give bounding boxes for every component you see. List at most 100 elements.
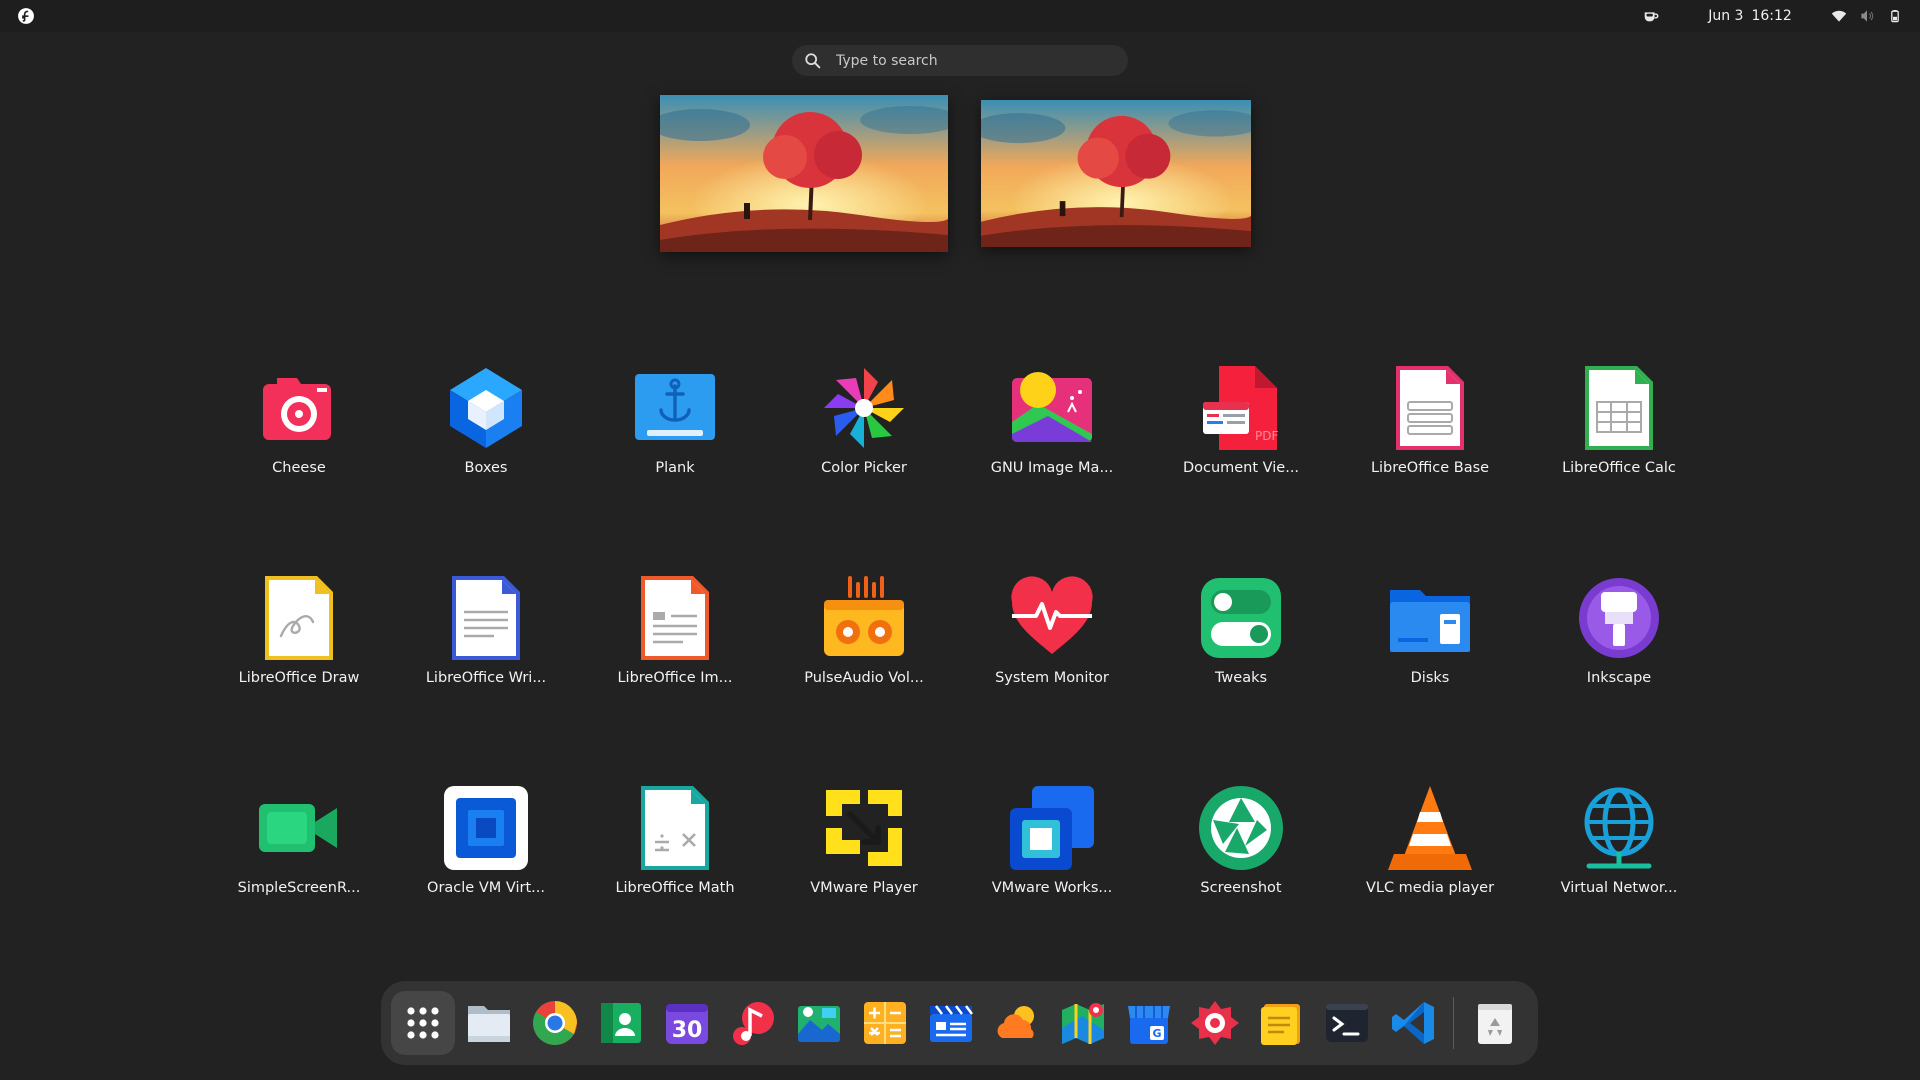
app-tweaks[interactable]: Tweaks: [1161, 574, 1321, 724]
pulseaudio-radio-icon: [820, 574, 908, 662]
app-vmware-player[interactable]: VMware Player: [784, 784, 944, 934]
document-viewer-pdf-icon: PDF: [1197, 364, 1285, 452]
app-libreoffice-draw[interactable]: LibreOffice Draw: [219, 574, 379, 724]
tweaks-toggles-icon: [1197, 574, 1285, 662]
app-label: GNU Image Ma...: [990, 460, 1114, 476]
app-grid-icon: [407, 1007, 439, 1039]
app-color-picker[interactable]: Color Picker: [784, 364, 944, 514]
app-libreoffice-base[interactable]: LibreOffice Base: [1350, 364, 1510, 514]
app-inkscape[interactable]: Inkscape: [1539, 574, 1699, 724]
app-label: Disks: [1410, 670, 1450, 686]
color-picker-pinwheel-icon: [820, 364, 908, 452]
app-label: System Monitor: [995, 670, 1109, 686]
app-libreoffice-impress[interactable]: LibreOffice Im...: [595, 574, 755, 724]
weather-cloud-icon: [997, 1006, 1034, 1038]
dock-notes[interactable]: [1249, 991, 1313, 1055]
libreoffice-impress-icon: [631, 574, 719, 662]
wifi-icon[interactable]: [1829, 6, 1849, 26]
app-vmware-workstation[interactable]: VMware Works...: [972, 784, 1132, 934]
app-libreoffice-calc[interactable]: LibreOffice Calc: [1539, 364, 1699, 514]
app-label: LibreOffice Wri...: [425, 670, 547, 686]
app-screenshot[interactable]: Screenshot: [1161, 784, 1321, 934]
dock-image-viewer[interactable]: [787, 991, 851, 1055]
dock-contacts[interactable]: [589, 991, 653, 1055]
search-icon: [805, 52, 821, 68]
dock-vscode[interactable]: [1381, 991, 1445, 1055]
search-input[interactable]: [834, 45, 1128, 76]
clock[interactable]: Jun 3 16:12: [1690, 0, 1810, 32]
app-label: LibreOffice Math: [615, 880, 735, 896]
clock-date: Jun 3: [1708, 8, 1744, 24]
app-vlc[interactable]: VLC media player: [1350, 784, 1510, 934]
libreoffice-base-icon: [1386, 364, 1474, 452]
app-disks[interactable]: Disks: [1350, 574, 1510, 724]
app-simplescreenrecorder[interactable]: SimpleScreenR...: [219, 784, 379, 934]
dock-trash[interactable]: [1463, 991, 1527, 1055]
screen-recorder-camera-icon: [255, 784, 343, 872]
app-system-monitor[interactable]: System Monitor: [972, 574, 1132, 724]
app-libreoffice-writer[interactable]: LibreOffice Wri...: [406, 574, 566, 724]
calendar-icon: 30: [666, 1004, 708, 1044]
dock-files[interactable]: [457, 991, 521, 1055]
app-virtual-network[interactable]: Virtual Networ...: [1539, 784, 1699, 934]
vmware-workstation-icon: [1008, 784, 1096, 872]
top-bar: Jun 3 16:12: [0, 0, 1920, 32]
virtualbox-icon: [442, 784, 530, 872]
app-libreoffice-math[interactable]: LibreOffice Math: [595, 784, 755, 934]
app-label: Color Picker: [821, 460, 907, 476]
dock-maps[interactable]: [1051, 991, 1115, 1055]
sticky-notes-icon: [1261, 1004, 1300, 1045]
dock-video-editor[interactable]: [919, 991, 983, 1055]
cheese-camera-icon: [255, 364, 343, 452]
video-clapper-icon: [930, 1005, 973, 1042]
libreoffice-writer-icon: [442, 574, 530, 662]
vlc-cone-icon: [1386, 784, 1474, 872]
clock-time: 16:12: [1751, 8, 1792, 24]
workspace-thumbnail-1[interactable]: [660, 95, 948, 252]
calculator-icon: [864, 1002, 906, 1044]
contacts-icon: [601, 1003, 641, 1043]
libreoffice-calc-icon: [1575, 364, 1663, 452]
screen-recorder-icon: [1191, 1001, 1239, 1045]
terminal-icon: [1326, 1004, 1368, 1042]
dock-calculator[interactable]: [853, 991, 917, 1055]
maps-pin-icon: [1062, 1003, 1104, 1044]
app-label: PulseAudio Vol...: [804, 670, 924, 686]
battery-icon[interactable]: [1885, 6, 1905, 26]
search-bar[interactable]: [792, 45, 1128, 76]
dock-terminal[interactable]: [1315, 991, 1379, 1055]
app-label: Cheese: [272, 460, 326, 476]
dock-screen-recorder[interactable]: [1183, 991, 1247, 1055]
dock-calendar[interactable]: 30: [655, 991, 719, 1055]
app-boxes[interactable]: Boxes: [406, 364, 566, 514]
app-label: SimpleScreenR...: [237, 880, 361, 896]
dock-software[interactable]: G: [1117, 991, 1181, 1055]
volume-muted-icon[interactable]: [1857, 6, 1877, 26]
dock-chrome[interactable]: [523, 991, 587, 1055]
music-note-icon: [733, 1002, 774, 1045]
app-label: Tweaks: [1214, 670, 1268, 686]
workspace-thumbnail-2[interactable]: [981, 100, 1251, 247]
dock: 30 G: [381, 981, 1538, 1065]
dock-show-apps[interactable]: [391, 991, 455, 1055]
app-label: Oracle VM Virt...: [427, 880, 545, 896]
dock-music[interactable]: [721, 991, 785, 1055]
app-document-viewer[interactable]: PDF Document Vie...: [1161, 364, 1321, 514]
boxes-icon: [442, 364, 530, 452]
app-virtualbox[interactable]: Oracle VM Virt...: [406, 784, 566, 934]
gimp-icon: [1008, 364, 1096, 452]
app-label: Virtual Networ...: [1560, 880, 1678, 896]
app-label: VMware Player: [810, 880, 918, 896]
app-label: LibreOffice Base: [1370, 460, 1490, 476]
coffee-cup-icon[interactable]: [1641, 6, 1661, 26]
libreoffice-draw-icon: [255, 574, 343, 662]
app-cheese[interactable]: Cheese: [219, 364, 379, 514]
app-gimp[interactable]: GNU Image Ma...: [972, 364, 1132, 514]
dock-separator: [1453, 997, 1454, 1049]
dock-weather[interactable]: [985, 991, 1049, 1055]
screenshot-shutter-icon: [1197, 784, 1285, 872]
app-plank[interactable]: Plank: [595, 364, 755, 514]
app-pulseaudio[interactable]: PulseAudio Vol...: [784, 574, 944, 724]
plank-anchor-icon: [631, 364, 719, 452]
fedora-logo-icon[interactable]: [14, 4, 38, 28]
